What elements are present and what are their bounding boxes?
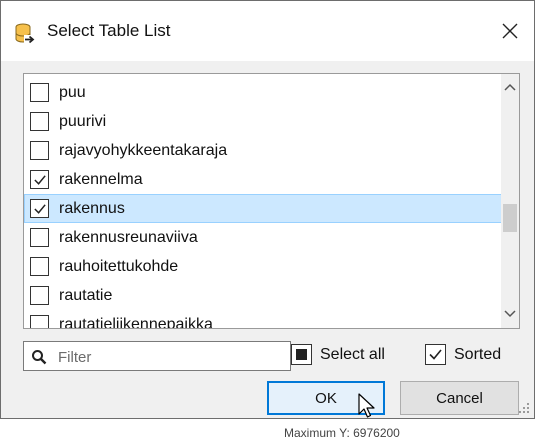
sorted-box[interactable] xyxy=(425,344,446,365)
database-arrow-icon xyxy=(15,23,37,44)
dialog-title: Select Table List xyxy=(47,21,171,40)
list-item-checkbox[interactable] xyxy=(30,112,49,131)
select-table-list-dialog: Select Table List puu puurivi rajavyohykke… xyxy=(0,0,535,419)
list-item-label: rakennelma xyxy=(59,170,143,188)
background-partial-text: Maximum Y: 6976200 xyxy=(284,426,400,440)
list-item-checkbox[interactable] xyxy=(30,315,49,328)
list-item[interactable]: rakennelma xyxy=(24,165,502,194)
list-item[interactable]: puurivi xyxy=(24,107,502,136)
table-list[interactable]: puu puurivi rajavyohykkeentakaraja rakennel… xyxy=(23,73,520,329)
list-item[interactable]: rakennus xyxy=(24,194,502,223)
list-item-label: rakennus xyxy=(59,199,125,217)
list-item[interactable]: rajavyohykkeentakaraja xyxy=(24,136,502,165)
list-item-checkbox[interactable] xyxy=(30,199,49,218)
list-item-checkbox[interactable] xyxy=(30,228,49,247)
close-icon xyxy=(502,23,518,39)
close-button[interactable] xyxy=(490,11,530,51)
mouse-cursor-icon xyxy=(358,393,375,418)
partial-check-indicator xyxy=(296,349,307,360)
list-item-label: rauhoitettukohde xyxy=(59,257,179,275)
list-item[interactable]: puu xyxy=(24,78,502,107)
select-all-box[interactable] xyxy=(291,344,312,365)
list-item-checkbox[interactable] xyxy=(30,170,49,189)
checkmark-icon xyxy=(33,174,46,185)
scroll-up-icon[interactable] xyxy=(503,80,517,94)
list-item[interactable]: rauhoitettukohde xyxy=(24,252,502,281)
list-item-label: rakennusreunaviiva xyxy=(59,228,198,246)
title-bar: Select Table List xyxy=(1,1,534,61)
list-item-checkbox[interactable] xyxy=(30,83,49,102)
list-item-label: rautatieliikennepaikka xyxy=(59,315,213,329)
list-item-label: rajavyohykkeentakaraja xyxy=(59,141,228,159)
list-item-label: puurivi xyxy=(59,112,107,130)
sorted-label: Sorted xyxy=(454,345,502,363)
filter-box[interactable] xyxy=(23,341,291,371)
list-item-label: rautatie xyxy=(59,286,113,304)
search-icon xyxy=(32,350,47,365)
filter-input[interactable] xyxy=(56,345,288,369)
list-item-label: puu xyxy=(59,83,86,101)
table-list-items: puu puurivi rajavyohykkeentakaraja rakennel… xyxy=(24,78,502,329)
background-window-strip: Maximum Y: 6976200 xyxy=(0,419,537,441)
select-all-label: Select all xyxy=(320,345,385,363)
checkmark-icon xyxy=(33,203,46,214)
list-item[interactable]: rautatie xyxy=(24,281,502,310)
list-item-checkbox[interactable] xyxy=(30,257,49,276)
resize-grip-icon[interactable] xyxy=(518,402,530,414)
scrollbar-thumb[interactable] xyxy=(503,204,517,232)
cancel-button[interactable]: Cancel xyxy=(400,381,519,415)
sorted-checkbox[interactable]: Sorted xyxy=(425,344,501,365)
list-item[interactable]: rakennusreunaviiva xyxy=(24,223,502,252)
list-item[interactable]: rautatieliikennepaikka xyxy=(24,310,502,329)
scroll-down-icon[interactable] xyxy=(503,307,517,321)
select-all-checkbox[interactable]: Select all xyxy=(291,344,385,365)
list-item-checkbox[interactable] xyxy=(30,141,49,160)
vertical-scrollbar[interactable] xyxy=(501,74,519,328)
list-item-checkbox[interactable] xyxy=(30,286,49,305)
checkmark-icon xyxy=(429,349,442,360)
